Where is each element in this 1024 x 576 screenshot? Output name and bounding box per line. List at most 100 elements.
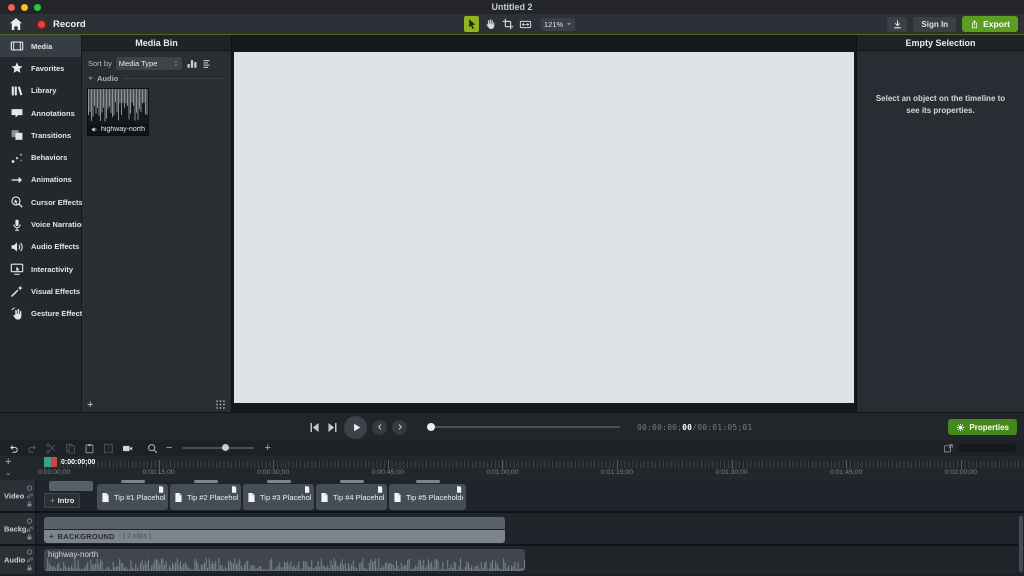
audio-section-header[interactable]: Audio <box>87 74 226 83</box>
scrubber-knob[interactable] <box>427 423 435 431</box>
play-button[interactable] <box>344 415 367 439</box>
visual-effects-icon <box>10 284 24 298</box>
expand-group-icon[interactable]: + <box>50 496 55 505</box>
sidebar-item-gesture-effects[interactable]: Gesture Effects <box>0 303 86 325</box>
sidebar-item-media[interactable]: Media <box>0 35 81 58</box>
download-button[interactable] <box>887 16 908 32</box>
expand-group-icon[interactable]: + <box>49 532 54 541</box>
export-button[interactable]: Export <box>962 16 1018 32</box>
track-header-video[interactable]: Video <box>0 480 36 511</box>
properties-button[interactable]: Properties <box>948 419 1017 435</box>
clip-tab[interactable] <box>120 480 145 483</box>
paste-button[interactable] <box>84 443 95 454</box>
playhead-handle[interactable] <box>51 457 57 467</box>
clip-tab[interactable] <box>266 480 291 483</box>
timeline-horizontal-scrollbar[interactable] <box>958 444 1016 452</box>
home-icon[interactable] <box>8 16 24 32</box>
track-link-icon[interactable] <box>26 492 33 499</box>
track-header-audio[interactable]: Audio <box>0 546 36 574</box>
track-toggle-icon[interactable] <box>26 549 33 556</box>
ruler-major-tick <box>502 460 504 469</box>
playback-scrubber[interactable] <box>427 423 620 431</box>
list-view-button[interactable] <box>202 58 214 70</box>
cursor-tool-button[interactable] <box>464 16 479 32</box>
track-lock-icon[interactable] <box>26 533 33 540</box>
media-item-highway-north[interactable]: highway-north <box>87 88 149 136</box>
split-button[interactable] <box>103 443 114 454</box>
video-clip-tip-4[interactable]: Tip #4 Placeholder <box>316 484 387 510</box>
gesture-effects-icon <box>10 307 24 321</box>
timeline-zoom-slider[interactable] <box>182 444 255 451</box>
record-camera-button[interactable] <box>122 443 133 454</box>
sidebar-item-favorites[interactable]: Favorites <box>0 57 81 79</box>
canvas[interactable] <box>234 52 854 403</box>
canvas-zoom-select[interactable]: 121% <box>541 17 575 31</box>
video-clip-tip-5[interactable]: Tip #5 Placeholder <box>389 484 466 510</box>
audio-clip-highway-north[interactable]: highway-north <box>44 549 525 571</box>
track-toggle-icon[interactable] <box>26 517 33 524</box>
track-lock-icon[interactable] <box>26 500 33 507</box>
sidebar-item-cursor-effects[interactable]: Cursor Effects <box>0 191 83 213</box>
track-options-caret[interactable]: ⌄ <box>5 468 12 477</box>
detach-timeline-icon[interactable] <box>943 443 954 454</box>
sidebar-item-annotations[interactable]: Annotations <box>0 102 81 124</box>
intro-group-bar[interactable] <box>49 481 93 491</box>
star-icon <box>10 61 24 75</box>
background-group-label-bar[interactable]: + BACKGROUND - ( 2 clips ) <box>44 530 505 543</box>
copy-button[interactable] <box>65 443 76 454</box>
track-link-icon[interactable] <box>26 557 33 564</box>
sidebar-item-voice-narration[interactable]: Voice Narration <box>0 213 86 235</box>
record-button[interactable]: Record <box>36 18 86 30</box>
sidebar-item-audio-effects[interactable]: Audio Effects <box>0 236 81 258</box>
sign-in-button[interactable]: Sign In <box>913 16 957 32</box>
video-clip-tip-2[interactable]: Tip #2 Placeholder <box>170 484 241 510</box>
timeline-ruler[interactable]: 0:00:00;00 0:00:15;00 0:00:30;00 0:00:45;00… <box>36 456 1024 480</box>
jump-forward-button[interactable] <box>392 419 407 435</box>
track-link-icon[interactable] <box>26 525 33 532</box>
scale-to-fit-icon <box>519 18 532 31</box>
thumbnail-view-button[interactable] <box>186 58 198 70</box>
timeline-zoom-knob[interactable] <box>222 444 230 451</box>
video-clip-tip-3[interactable]: Tip #3 Placeholder <box>243 484 314 510</box>
sidebar-item-behaviors[interactable]: Behaviors <box>0 146 81 168</box>
chevron-down-icon <box>566 21 572 27</box>
thumbnail-size-icon[interactable] <box>215 399 226 410</box>
pan-tool-button[interactable] <box>482 16 497 32</box>
chevron-left-icon <box>376 423 384 431</box>
sidebar-item-transitions[interactable]: Transitions <box>0 124 81 146</box>
placeholder-icon <box>173 491 184 504</box>
sidebar-item-library[interactable]: Library <box>0 80 81 102</box>
cut-button[interactable] <box>46 442 57 454</box>
next-frame-button[interactable] <box>326 421 339 434</box>
jump-back-button[interactable] <box>372 419 387 435</box>
track-header-background[interactable]: Backg... <box>0 513 36 544</box>
redo-button[interactable] <box>27 443 38 454</box>
previous-frame-button[interactable] <box>308 421 321 434</box>
background-group-clip[interactable] <box>44 517 505 529</box>
playhead[interactable]: 0:00:00;00 <box>44 457 95 467</box>
sidebar-item-interactivity[interactable]: Interactivity <box>0 258 81 280</box>
add-media-button[interactable]: + <box>87 399 93 410</box>
timeline: − + + ⌄ 0:00:00;00 0:00:15;00 0:00:30;00 0:… <box>0 440 1024 576</box>
sort-select[interactable]: Media Type <box>115 57 182 70</box>
clip-tab[interactable] <box>193 480 218 483</box>
share-icon <box>970 19 979 29</box>
undo-button[interactable] <box>8 443 19 454</box>
playhead-time: 0:00:00;00 <box>61 458 96 466</box>
intro-group-chip[interactable]: + Intro <box>44 493 81 508</box>
zoom-in-button[interactable]: + <box>264 443 270 454</box>
video-clip-tip-1[interactable]: Tip #1 Placeholder <box>97 484 168 510</box>
clip-tab[interactable] <box>415 480 440 483</box>
sidebar-item-animations[interactable]: Animations <box>0 169 81 191</box>
add-track-button[interactable]: + <box>5 457 11 468</box>
clip-tab[interactable] <box>339 480 364 483</box>
playhead-in-handle[interactable] <box>44 457 51 467</box>
track-lock-icon[interactable] <box>26 565 33 572</box>
sidebar-item-visual-effects[interactable]: Visual Effects <box>0 280 81 302</box>
scale-tool-button[interactable] <box>518 16 533 32</box>
crop-tool-button[interactable] <box>500 16 515 32</box>
track-toggle-icon[interactable] <box>26 484 33 491</box>
timeline-vertical-scrollbar[interactable] <box>1019 516 1023 572</box>
zoom-out-button[interactable]: − <box>166 443 172 454</box>
ruler-tick-label: 0:02:00;00 <box>944 469 977 476</box>
